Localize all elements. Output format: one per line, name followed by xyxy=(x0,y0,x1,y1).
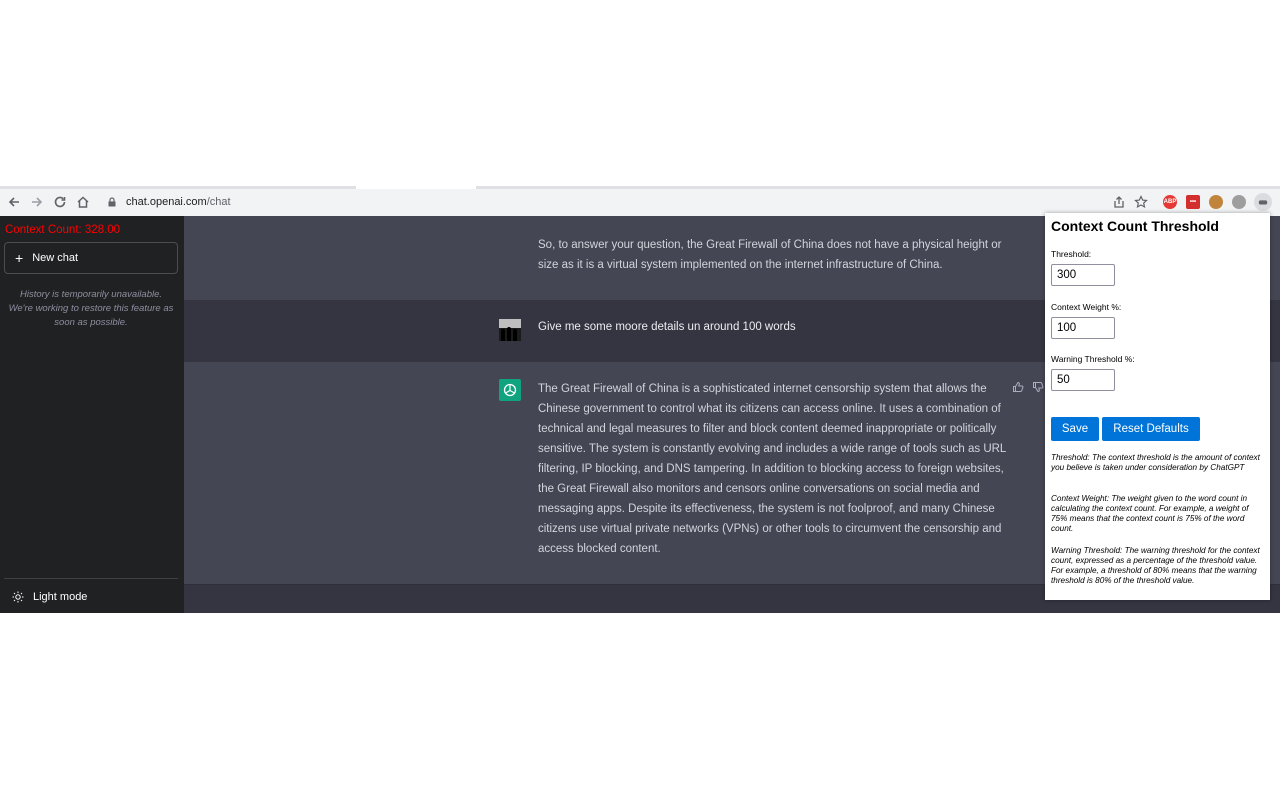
popup-title: Context Count Threshold xyxy=(1051,218,1219,234)
save-button[interactable]: Save xyxy=(1051,417,1099,441)
sidebar: Context Count: 328.00 + New chat History… xyxy=(0,216,184,613)
back-button[interactable] xyxy=(4,192,24,212)
plus-icon: + xyxy=(15,250,24,266)
thumbs-down-icon[interactable] xyxy=(1032,381,1044,393)
context-weight-label: Context Weight %: xyxy=(1051,302,1122,312)
thumbs-up-icon[interactable] xyxy=(1012,381,1024,393)
light-mode-button[interactable]: Light mode xyxy=(12,591,87,603)
reset-defaults-button[interactable]: Reset Defaults xyxy=(1102,417,1200,441)
history-notice: History is temporarily unavailable. We'r… xyxy=(8,289,174,328)
url-domain: chat.openai.com xyxy=(126,196,207,208)
user-avatar xyxy=(499,319,521,341)
light-mode-label: Light mode xyxy=(33,591,88,603)
reload-icon xyxy=(54,196,66,208)
home-icon xyxy=(77,196,89,208)
assistant-message-text: The Great Firewall of China is a sophist… xyxy=(538,383,1006,555)
context-count-label: Context Count: 328.00 xyxy=(5,224,121,236)
warning-threshold-help-text: Warning Threshold: The warning threshold… xyxy=(1051,546,1260,585)
url-path: /chat xyxy=(206,196,231,208)
chatgpt-logo-icon xyxy=(499,379,521,401)
sidebar-divider xyxy=(4,578,178,579)
address-bar[interactable]: chat.openai.com/chat xyxy=(100,191,1140,213)
threshold-help-text: Threshold: The context threshold is the … xyxy=(1051,453,1260,472)
bookmark-star-icon[interactable] xyxy=(1134,195,1148,209)
extension-glyph-icon xyxy=(1258,200,1268,205)
context-weight-help-text: Context Weight: The weight given to the … xyxy=(1051,494,1249,533)
new-chat-label: New chat xyxy=(32,252,79,264)
threshold-input[interactable] xyxy=(1051,264,1115,286)
reload-button[interactable] xyxy=(50,192,70,212)
new-chat-button[interactable]: + New chat xyxy=(4,242,178,274)
forward-arrow-icon xyxy=(32,197,43,207)
home-button[interactable] xyxy=(73,192,93,212)
threshold-label: Threshold: xyxy=(1051,249,1092,259)
context-weight-input[interactable] xyxy=(1051,317,1115,339)
warning-threshold-label: Warning Threshold %: xyxy=(1051,354,1135,364)
assistant-message-text: So, to answer your question, the Great F… xyxy=(538,239,1002,271)
adblock-icon[interactable]: ABP xyxy=(1163,195,1177,209)
forward-button[interactable] xyxy=(27,192,47,212)
lock-icon xyxy=(108,197,116,207)
warning-threshold-input[interactable] xyxy=(1051,369,1115,391)
extension-gray-icon[interactable] xyxy=(1232,195,1246,209)
back-arrow-icon xyxy=(8,197,19,207)
context-threshold-popup: Context Count Threshold Threshold: Conte… xyxy=(1045,213,1270,600)
url-text: chat.openai.com/chat xyxy=(126,196,231,208)
extension-red-icon[interactable]: ••• xyxy=(1186,195,1200,209)
user-message-text: Give me some moore details un around 100… xyxy=(538,321,796,333)
extension-cookie-icon[interactable] xyxy=(1209,195,1223,209)
extension-active-icon[interactable] xyxy=(1254,193,1272,211)
share-icon[interactable] xyxy=(1112,195,1126,209)
sun-icon xyxy=(12,591,24,603)
